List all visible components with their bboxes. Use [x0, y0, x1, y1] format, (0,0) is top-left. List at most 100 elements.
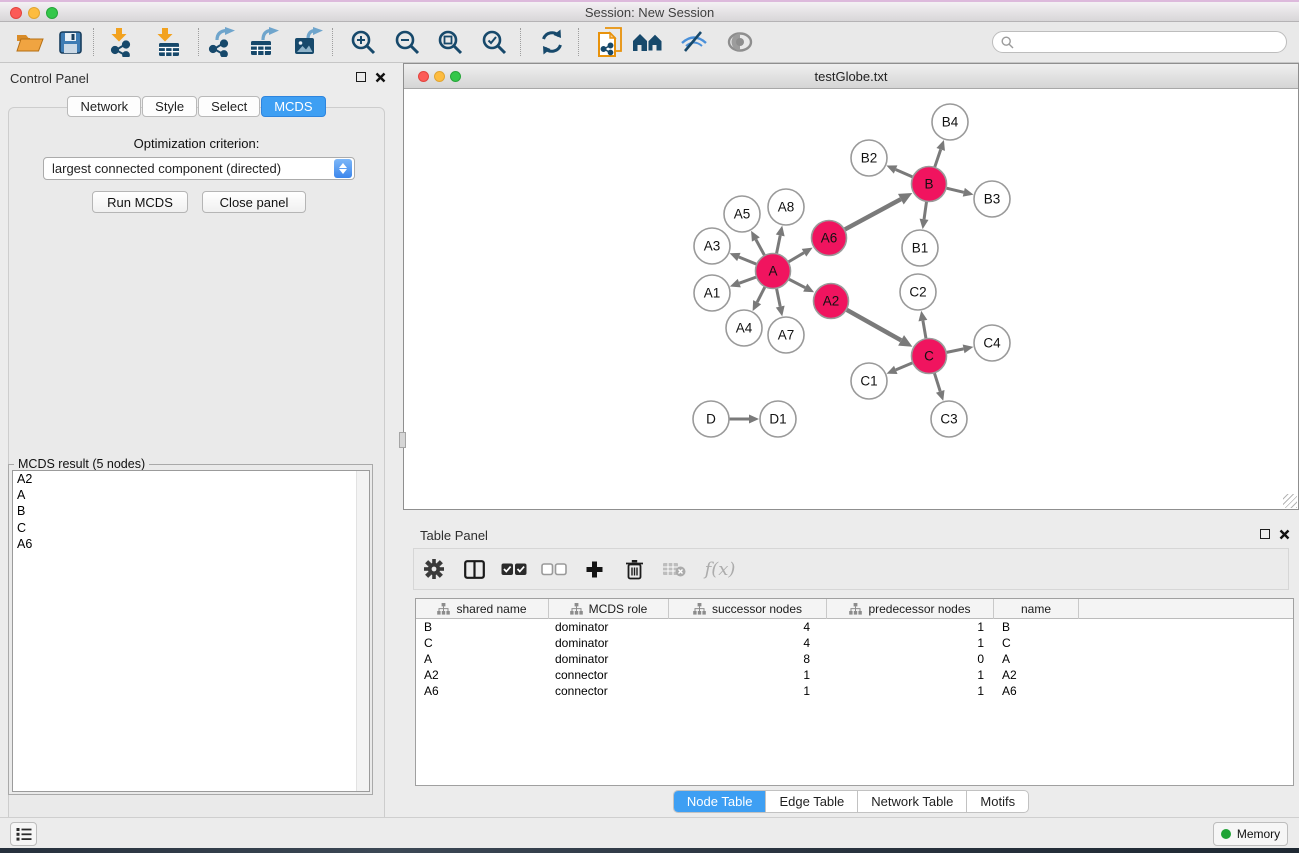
close-panel-button[interactable]: Close panel: [202, 191, 306, 213]
edge-C-C1[interactable]: [896, 363, 913, 370]
tab-mcds[interactable]: MCDS: [261, 96, 325, 117]
edge-B-B1[interactable]: [924, 202, 926, 219]
search-input[interactable]: [1014, 34, 1286, 50]
tab-network-table[interactable]: Network Table: [857, 791, 966, 812]
graph-node-label: C2: [909, 285, 926, 300]
table-row[interactable]: A2connector11A2: [416, 667, 1293, 683]
tab-edge-table[interactable]: Edge Table: [765, 791, 857, 812]
export-network-button[interactable]: [204, 25, 240, 59]
edge-A-A7[interactable]: [777, 289, 781, 307]
float-panel-icon[interactable]: [356, 72, 368, 84]
table-cell: connector: [549, 667, 669, 683]
table-row[interactable]: Bdominator41B: [416, 619, 1293, 635]
edge-A2-C[interactable]: [847, 310, 901, 341]
export-image-button[interactable]: [290, 25, 326, 59]
edge-B-B3[interactable]: [947, 188, 964, 192]
result-item[interactable]: B: [13, 503, 369, 519]
table-float-icon[interactable]: [1260, 529, 1272, 541]
show-graphics-details-button[interactable]: [630, 25, 666, 59]
table-close-icon[interactable]: [1279, 529, 1291, 541]
zoom-selected-icon: [481, 29, 507, 55]
memory-label: Memory: [1237, 827, 1280, 841]
table-cell: A: [416, 651, 549, 667]
tab-node-table[interactable]: Node Table: [674, 791, 766, 812]
edge-A-A3[interactable]: [739, 257, 757, 264]
memory-button[interactable]: Memory: [1213, 822, 1288, 846]
column-header-predecessor-nodes[interactable]: predecessor nodes: [827, 599, 994, 619]
window-resize-grip[interactable]: [1283, 494, 1297, 508]
edge-C-C3[interactable]: [934, 373, 940, 391]
edge-C-C4[interactable]: [947, 349, 964, 353]
run-mcds-button[interactable]: Run MCDS: [92, 191, 188, 213]
edge-A-A1[interactable]: [739, 277, 756, 283]
deselect-all-rows-button[interactable]: [534, 551, 574, 587]
result-item[interactable]: C: [13, 520, 369, 536]
zoom-fit-button[interactable]: [432, 25, 468, 59]
select-all-rows-button[interactable]: [494, 551, 534, 587]
level-of-detail-button[interactable]: [722, 25, 758, 59]
zoom-selected-button[interactable]: [476, 25, 512, 59]
list-icon: [16, 827, 32, 841]
edge-A-A6[interactable]: [789, 253, 805, 262]
table-cell: 1: [669, 667, 827, 683]
function-builder-button[interactable]: f(x): [694, 551, 746, 587]
column-header-successor-nodes[interactable]: successor nodes: [669, 599, 827, 619]
search-field[interactable]: [992, 31, 1287, 53]
toggle-column-panel-button[interactable]: [454, 551, 494, 587]
apply-layout-button[interactable]: [534, 25, 570, 59]
node-table[interactable]: shared nameMCDS rolesuccessor nodesprede…: [415, 598, 1294, 786]
table-row[interactable]: A6connector11A6: [416, 683, 1293, 699]
new-network-from-selection-button[interactable]: [592, 25, 628, 59]
edge-A-A8[interactable]: [777, 235, 781, 253]
task-history-button[interactable]: [10, 822, 37, 846]
edge-A6-B[interactable]: [845, 199, 901, 229]
table-settings-button[interactable]: [414, 551, 454, 587]
table-toolbar: f(x): [413, 548, 1289, 590]
delete-table-button[interactable]: [654, 551, 694, 587]
mcds-result-list[interactable]: A2ABCA6: [12, 470, 370, 792]
table-cell: 1: [827, 619, 994, 635]
tab-network[interactable]: Network: [67, 96, 141, 117]
edge-B-B4[interactable]: [935, 149, 941, 166]
graph-node-label: B: [924, 177, 933, 192]
save-session-button[interactable]: [52, 25, 88, 59]
import-network-button[interactable]: [104, 25, 140, 59]
toolbar-separator: [198, 28, 199, 56]
edge-A-A5[interactable]: [756, 239, 765, 255]
edge-B-B2[interactable]: [896, 170, 913, 177]
column-header-name[interactable]: name: [994, 599, 1079, 619]
open-file-button[interactable]: [12, 25, 48, 59]
network-graph[interactable]: B4B2BB3A5A8A6A3B1AA1C2A2A4A7C4CC1C3DD1: [405, 89, 1297, 508]
result-item[interactable]: A6: [13, 536, 369, 552]
eye-icon: [726, 31, 754, 53]
delete-column-button[interactable]: [614, 551, 654, 587]
tab-style[interactable]: Style: [142, 96, 197, 117]
result-item[interactable]: A2: [13, 471, 369, 487]
edge-A-A2[interactable]: [789, 279, 805, 287]
graph-node-label: B2: [861, 151, 878, 166]
tab-select[interactable]: Select: [198, 96, 260, 117]
export-table-button[interactable]: [246, 25, 282, 59]
zoom-in-button[interactable]: [345, 25, 381, 59]
import-table-button[interactable]: [150, 25, 186, 59]
tab-motifs[interactable]: Motifs: [966, 791, 1028, 812]
hide-graphics-details-button[interactable]: [676, 25, 712, 59]
column-header-MCDS-role[interactable]: MCDS role: [549, 599, 669, 619]
edge-C-C2[interactable]: [923, 321, 926, 339]
graph-node-label: D1: [769, 412, 786, 427]
splitter-handle[interactable]: [399, 432, 406, 448]
edge-arrowhead: [936, 140, 945, 151]
criterion-dropdown[interactable]: largest connected component (directed): [43, 157, 355, 180]
network-canvas[interactable]: B4B2BB3A5A8A6A3B1AA1C2A2A4A7C4CC1C3DD1: [405, 89, 1297, 508]
table-row[interactable]: Adominator80A: [416, 651, 1293, 667]
close-panel-icon[interactable]: [375, 72, 387, 84]
result-scrollbar[interactable]: [356, 471, 369, 791]
search-icon: [1001, 36, 1014, 49]
create-column-button[interactable]: [574, 551, 614, 587]
mcds-result-group: MCDS result (5 nodes) A2ABCA6: [8, 464, 373, 795]
table-row[interactable]: Cdominator41C: [416, 635, 1293, 651]
edge-A-A4[interactable]: [757, 287, 765, 302]
zoom-out-button[interactable]: [389, 25, 425, 59]
column-header-shared-name[interactable]: shared name: [416, 599, 549, 619]
result-item[interactable]: A: [13, 487, 369, 503]
